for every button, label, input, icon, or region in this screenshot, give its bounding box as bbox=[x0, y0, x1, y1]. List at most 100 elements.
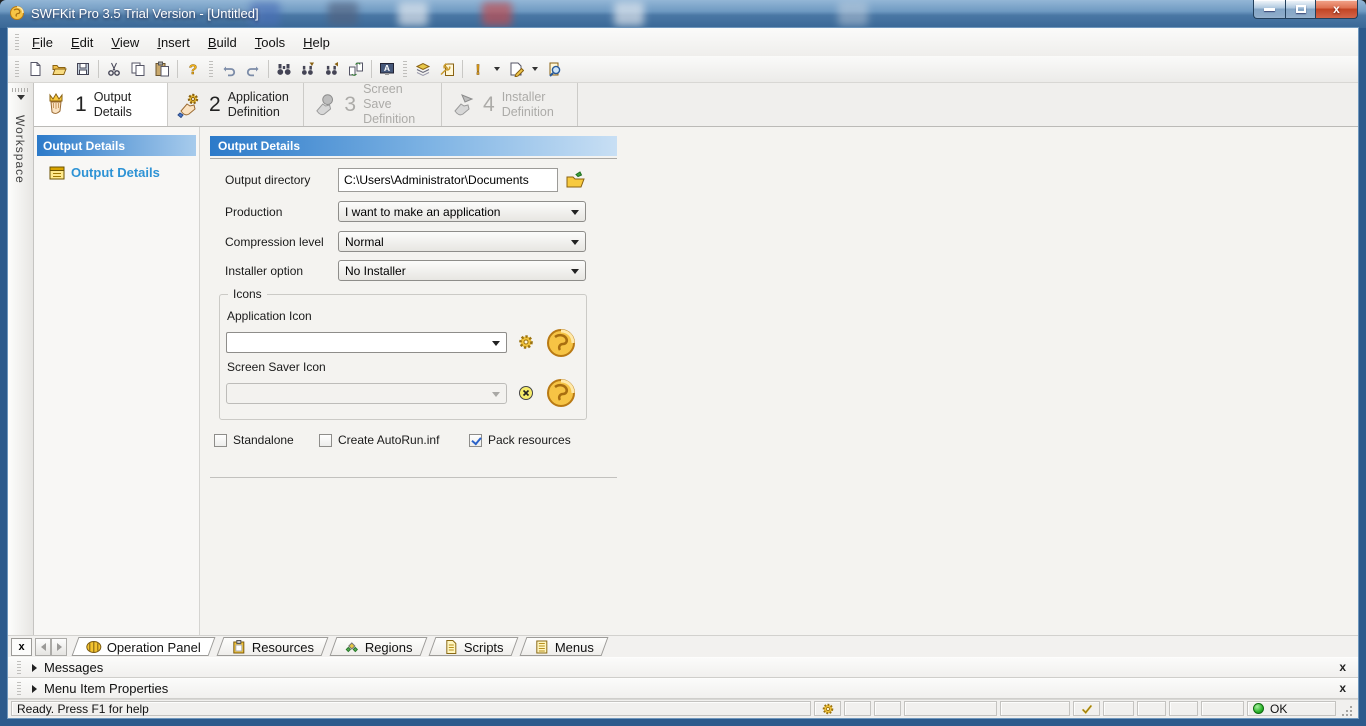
tab-operation-panel[interactable]: Operation Panel bbox=[72, 637, 216, 656]
find-previous-button[interactable] bbox=[320, 58, 344, 80]
build-dropdown-arrow[interactable] bbox=[532, 67, 538, 71]
chevron-down-icon bbox=[571, 210, 579, 215]
toolbar-gripper[interactable] bbox=[15, 61, 19, 78]
panel-close-button[interactable]: x bbox=[11, 638, 32, 656]
tab-scroll-left-button[interactable] bbox=[35, 638, 51, 656]
step-number: 2 bbox=[209, 93, 221, 117]
tab-scripts[interactable]: Scripts bbox=[428, 637, 518, 656]
expand-arrow-icon[interactable] bbox=[32, 685, 37, 693]
toolbar-gripper[interactable] bbox=[15, 34, 19, 51]
tab-scroll-right-button[interactable] bbox=[51, 638, 67, 656]
production-combo[interactable]: I want to make an application bbox=[338, 201, 586, 222]
status-cell bbox=[904, 701, 997, 716]
test-movie-button[interactable]: ! bbox=[466, 58, 490, 80]
maximize-button[interactable] bbox=[1285, 0, 1316, 19]
help-button[interactable]: ? bbox=[181, 58, 205, 80]
application-icon-combo[interactable] bbox=[226, 332, 507, 353]
workspace-gripper[interactable] bbox=[12, 88, 29, 92]
chevron-down-icon[interactable] bbox=[17, 95, 25, 100]
tab-resources[interactable]: Resources bbox=[216, 637, 328, 656]
build-button[interactable] bbox=[504, 58, 528, 80]
copy-button[interactable] bbox=[126, 58, 150, 80]
new-button[interactable] bbox=[23, 58, 47, 80]
toolbar: ? A ! bbox=[8, 56, 1358, 83]
find-next-button[interactable] bbox=[296, 58, 320, 80]
desktop-blur-blob bbox=[482, 2, 512, 26]
close-button[interactable]: x bbox=[1316, 0, 1358, 19]
screen-saver-swf-logo-icon[interactable] bbox=[544, 376, 578, 410]
browse-folder-button[interactable] bbox=[563, 167, 589, 191]
tab-menus[interactable]: Menus bbox=[519, 637, 608, 656]
chevron-down-icon bbox=[492, 392, 500, 397]
installer-option-label: Installer option bbox=[225, 264, 303, 278]
ok-status-dot bbox=[1253, 703, 1264, 714]
save-button[interactable] bbox=[71, 58, 95, 80]
workspace-label[interactable]: Workspace bbox=[13, 115, 27, 184]
screen-saver-icon-disabled-button[interactable] bbox=[516, 383, 536, 403]
compression-level-combo[interactable]: Normal bbox=[338, 231, 586, 252]
undo-icon bbox=[221, 61, 237, 77]
arrow-left-icon bbox=[41, 643, 46, 651]
step-label: InstallerDefinition bbox=[502, 90, 554, 120]
panel-gripper[interactable] bbox=[17, 661, 21, 674]
tools-button[interactable] bbox=[435, 58, 459, 80]
open-button[interactable] bbox=[47, 58, 71, 80]
menu-build[interactable]: Build bbox=[199, 31, 246, 54]
wizard-step-application-definition[interactable]: 2 ApplicationDefinition bbox=[168, 83, 304, 126]
replace-button[interactable] bbox=[344, 58, 368, 80]
header-rule bbox=[210, 158, 617, 159]
create-autorun-checkbox[interactable]: Create AutoRun.inf bbox=[319, 433, 439, 447]
installer-option-combo[interactable]: No Installer bbox=[338, 260, 586, 281]
compression-level-label: Compression level bbox=[225, 235, 324, 249]
menu-edit[interactable]: Edit bbox=[62, 31, 102, 54]
status-cell bbox=[874, 701, 901, 716]
menu-view[interactable]: View bbox=[102, 31, 148, 54]
toolbar-gripper[interactable] bbox=[209, 61, 213, 78]
tab-regions[interactable]: Regions bbox=[330, 637, 428, 656]
panel-gripper[interactable] bbox=[17, 682, 21, 695]
client-area: File Edit View Insert Build Tools Help ? bbox=[8, 28, 1358, 718]
tab-label: Scripts bbox=[464, 639, 504, 654]
pack-resources-checkbox[interactable]: Pack resources bbox=[469, 433, 571, 447]
menu-file[interactable]: File bbox=[23, 31, 62, 54]
minimize-button[interactable] bbox=[1253, 0, 1285, 19]
messages-close-button[interactable]: x bbox=[1339, 660, 1346, 674]
wizard-step-bar: 1 OutputDetails 2 ApplicationDefinition … bbox=[34, 83, 1358, 127]
skins-button[interactable] bbox=[411, 58, 435, 80]
find-button[interactable] bbox=[272, 58, 296, 80]
find-previous-icon bbox=[324, 61, 340, 77]
application-icon-settings-button[interactable] bbox=[515, 331, 537, 353]
check-icon bbox=[1080, 702, 1094, 716]
paste-button[interactable] bbox=[150, 58, 174, 80]
preview-magnifier-icon bbox=[546, 61, 562, 77]
standalone-checkbox[interactable]: Standalone bbox=[214, 433, 294, 447]
expand-arrow-icon[interactable] bbox=[32, 664, 37, 672]
display-settings-button[interactable]: A bbox=[375, 58, 399, 80]
installer-option-value: No Installer bbox=[345, 264, 406, 278]
test-movie-dropdown-arrow[interactable] bbox=[494, 67, 500, 71]
preview-button[interactable] bbox=[542, 58, 566, 80]
undo-button[interactable] bbox=[217, 58, 241, 80]
menu-item-properties-bar[interactable]: Menu Item Properties x bbox=[8, 678, 1358, 699]
desktop-blur-blob bbox=[398, 2, 428, 26]
menu-item-properties-close-button[interactable]: x bbox=[1339, 681, 1346, 695]
checkbox-box bbox=[469, 434, 482, 447]
find-next-icon bbox=[300, 61, 316, 77]
messages-bar[interactable]: Messages x bbox=[8, 657, 1358, 678]
resize-grip[interactable] bbox=[1341, 705, 1353, 717]
toolbar-separator bbox=[462, 60, 463, 78]
app-logo-icon bbox=[9, 5, 25, 26]
menu-tools[interactable]: Tools bbox=[246, 31, 294, 54]
checkbox-label: Standalone bbox=[233, 433, 294, 447]
menu-insert[interactable]: Insert bbox=[148, 31, 199, 54]
redo-button[interactable] bbox=[241, 58, 265, 80]
wizard-step-output-details[interactable]: 1 OutputDetails bbox=[34, 83, 168, 126]
output-directory-input[interactable] bbox=[338, 168, 558, 192]
application-swf-logo-icon[interactable] bbox=[544, 326, 578, 360]
output-details-panel: Output Details Output directory Producti… bbox=[200, 127, 1358, 635]
toolbar-gripper[interactable] bbox=[403, 61, 407, 78]
menu-bar: File Edit View Insert Build Tools Help bbox=[8, 28, 1358, 56]
cut-button[interactable] bbox=[102, 58, 126, 80]
tree-item-output-details[interactable]: Output Details bbox=[49, 165, 199, 180]
menu-help[interactable]: Help bbox=[294, 31, 339, 54]
